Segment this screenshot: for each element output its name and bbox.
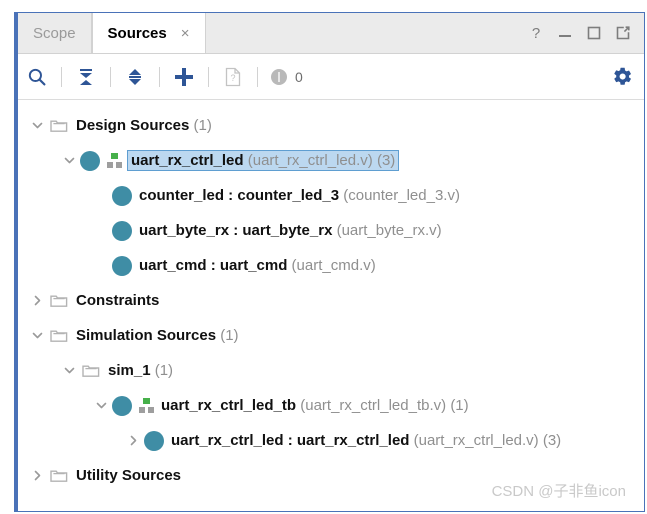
tree-row-name: uart_rx_ctrl_led bbox=[131, 152, 244, 169]
tree-row[interactable]: uart_rx_ctrl_led (uart_rx_ctrl_led.v) (3… bbox=[18, 143, 644, 178]
toolbar-separator bbox=[208, 66, 209, 87]
warning-icon bbox=[271, 68, 287, 85]
tab-scope-label: Scope bbox=[33, 24, 76, 42]
tree-row-label: Simulation Sources (1) bbox=[76, 327, 239, 344]
help-icon[interactable]: ? bbox=[528, 25, 544, 41]
toolbar-separator bbox=[61, 66, 62, 87]
tree-row-count: (3) bbox=[376, 152, 396, 169]
tree-row-file: (uart_byte_rx.v) bbox=[336, 222, 442, 239]
tree-row-count: (1) bbox=[193, 117, 212, 134]
tree-row-label: counter_led : counter_led_3 (counter_led… bbox=[139, 187, 460, 204]
tree-row-count: (3) bbox=[542, 432, 562, 449]
tree-row-label: Utility Sources bbox=[76, 467, 181, 484]
search-icon[interactable] bbox=[18, 54, 56, 99]
gear-icon[interactable] bbox=[600, 54, 644, 99]
sources-toolbar: ? 0 bbox=[18, 54, 644, 100]
minimize-icon[interactable] bbox=[557, 25, 573, 41]
module-circle-icon bbox=[112, 255, 132, 276]
module-circle-icon bbox=[80, 150, 100, 171]
tree-row[interactable]: sim_1 (1) bbox=[18, 353, 644, 388]
folder-icon bbox=[80, 363, 102, 378]
watermark: CSDN @子非鱼icon bbox=[491, 483, 626, 500]
tree-row[interactable]: counter_led : counter_led_3 (counter_led… bbox=[18, 178, 644, 213]
tree-row[interactable]: Constraints bbox=[18, 283, 644, 318]
tree-row-label: uart_rx_ctrl_led (uart_rx_ctrl_led.v) (3… bbox=[127, 150, 400, 171]
tree-row[interactable]: Simulation Sources (1) bbox=[18, 318, 644, 353]
folder-icon bbox=[48, 293, 70, 308]
svg-text:?: ? bbox=[230, 73, 235, 83]
tree-row-count: (1) bbox=[450, 397, 469, 414]
tree-row-name: Simulation Sources bbox=[76, 327, 217, 344]
chevron-right-icon[interactable] bbox=[26, 469, 48, 482]
svg-text:?: ? bbox=[532, 25, 540, 41]
tree-row[interactable]: uart_cmd : uart_cmd (uart_cmd.v) bbox=[18, 248, 644, 283]
tree-row-label: Constraints bbox=[76, 292, 159, 309]
tree-row[interactable]: Design Sources (1) bbox=[18, 108, 644, 143]
float-icon[interactable] bbox=[615, 25, 631, 41]
tree-row-name: uart_rx_ctrl_led_tb bbox=[161, 397, 297, 414]
collapse-all-icon[interactable] bbox=[67, 54, 105, 99]
tab-sources-label: Sources bbox=[107, 24, 167, 42]
hierarchy-icon bbox=[139, 398, 154, 413]
folder-icon bbox=[48, 328, 70, 343]
chevron-down-icon[interactable] bbox=[58, 154, 80, 167]
tree-row-name: Design Sources bbox=[76, 117, 190, 134]
message-count-label: 0 bbox=[295, 68, 303, 85]
tree-row-count: (1) bbox=[220, 327, 239, 344]
tab-scope[interactable]: Scope bbox=[18, 13, 92, 53]
folder-icon bbox=[48, 118, 70, 133]
tree-row-file: (counter_led_3.v) bbox=[343, 187, 460, 204]
tree-row-count: (1) bbox=[154, 362, 174, 379]
sources-panel: Scope Sources × ? ? 0 Design Sources (1)… bbox=[14, 12, 645, 512]
module-circle-icon bbox=[112, 395, 132, 416]
expand-all-icon[interactable] bbox=[116, 54, 154, 99]
hierarchy-icon bbox=[107, 153, 122, 168]
tree-row[interactable]: uart_byte_rx : uart_byte_rx (uart_byte_r… bbox=[18, 213, 644, 248]
chevron-right-icon[interactable] bbox=[122, 434, 144, 447]
folder-icon bbox=[48, 468, 70, 483]
module-circle-icon bbox=[112, 220, 132, 241]
close-icon[interactable]: × bbox=[181, 26, 190, 41]
tree-row-label: Design Sources (1) bbox=[76, 117, 212, 134]
sources-tree[interactable]: Design Sources (1) uart_rx_ctrl_led (uart… bbox=[18, 100, 644, 511]
tree-row-name: uart_cmd : uart_cmd bbox=[139, 257, 288, 274]
tree-row-label: uart_cmd : uart_cmd (uart_cmd.v) bbox=[139, 257, 376, 274]
tree-row-name: sim_1 bbox=[108, 362, 151, 379]
chevron-down-icon[interactable] bbox=[58, 364, 80, 377]
tree-row[interactable]: uart_rx_ctrl_led : uart_rx_ctrl_led (uar… bbox=[18, 423, 644, 458]
chevron-down-icon[interactable] bbox=[90, 399, 112, 412]
chevron-right-icon[interactable] bbox=[26, 294, 48, 307]
report-icon[interactable]: ? bbox=[214, 54, 252, 99]
tree-row-label: uart_rx_ctrl_led : uart_rx_ctrl_led (uar… bbox=[171, 432, 561, 449]
tab-strip-filler bbox=[205, 13, 528, 53]
module-circle-icon bbox=[112, 185, 132, 206]
tree-row-name: counter_led : counter_led_3 bbox=[139, 187, 340, 204]
tree-row-file: (uart_cmd.v) bbox=[291, 257, 376, 274]
tree-row-name: Utility Sources bbox=[76, 467, 182, 484]
tree-row-file: (uart_rx_ctrl_led.v) bbox=[247, 152, 373, 169]
tree-row[interactable]: uart_rx_ctrl_led_tb (uart_rx_ctrl_led_tb… bbox=[18, 388, 644, 423]
tab-strip: Scope Sources × ? bbox=[18, 13, 644, 54]
tab-sources[interactable]: Sources × bbox=[91, 13, 206, 53]
tree-row-label: sim_1 (1) bbox=[108, 362, 173, 379]
toolbar-separator bbox=[257, 66, 258, 87]
chevron-down-icon[interactable] bbox=[26, 119, 48, 132]
tree-row-name: uart_byte_rx : uart_byte_rx bbox=[139, 222, 333, 239]
toolbar-separator bbox=[159, 66, 160, 87]
maximize-icon[interactable] bbox=[586, 25, 602, 41]
tree-row-file: (uart_rx_ctrl_led_tb.v) bbox=[300, 397, 447, 414]
message-count[interactable]: 0 bbox=[271, 68, 303, 85]
tree-row-name: Constraints bbox=[76, 292, 160, 309]
toolbar-separator bbox=[110, 66, 111, 87]
tree-row-name: uart_rx_ctrl_led : uart_rx_ctrl_led bbox=[171, 432, 410, 449]
tree-row-label: uart_byte_rx : uart_byte_rx (uart_byte_r… bbox=[139, 222, 442, 239]
tree-row-file: (uart_rx_ctrl_led.v) bbox=[413, 432, 539, 449]
chevron-down-icon[interactable] bbox=[26, 329, 48, 342]
module-circle-icon bbox=[144, 430, 164, 451]
tree-row-label: uart_rx_ctrl_led_tb (uart_rx_ctrl_led_tb… bbox=[161, 397, 469, 414]
window-controls: ? bbox=[528, 13, 644, 53]
add-sources-icon[interactable] bbox=[165, 54, 203, 99]
